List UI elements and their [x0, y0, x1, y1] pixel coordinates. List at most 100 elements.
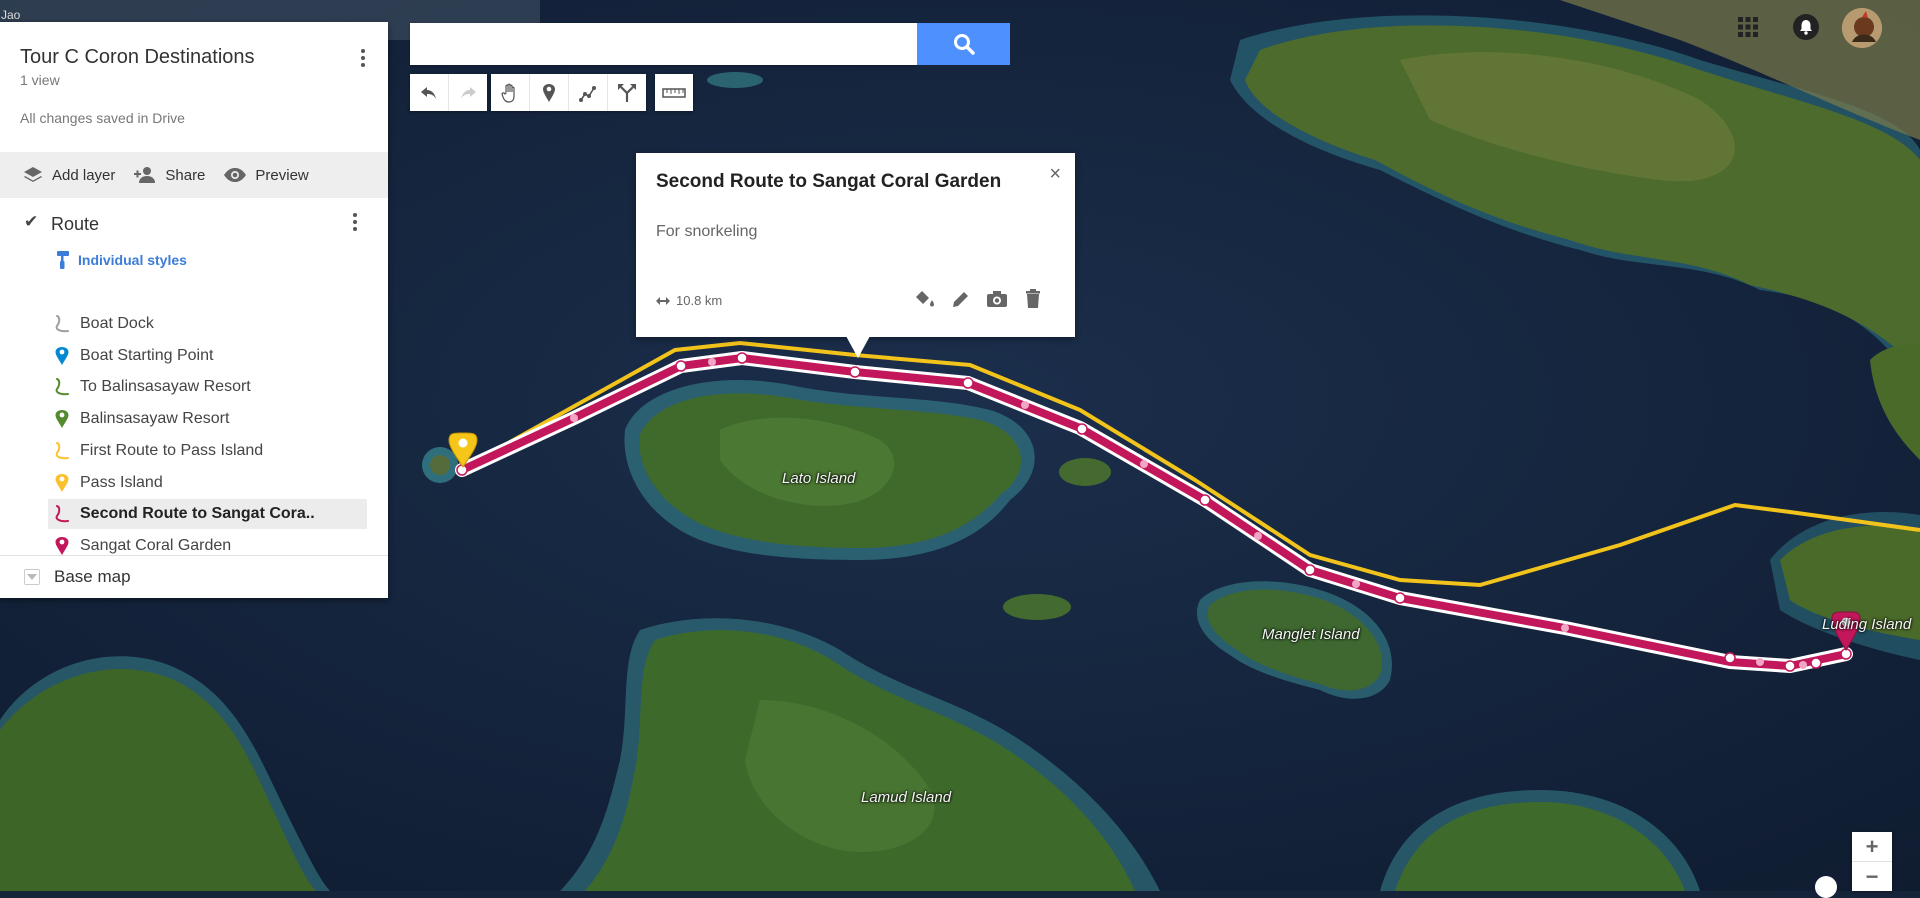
layer-item-0[interactable]: Boat Dock [48, 309, 367, 339]
layer-options-icon[interactable] [343, 208, 367, 236]
layer-item-5[interactable]: Pass Island [48, 468, 367, 498]
ruler-icon [662, 87, 686, 98]
add-layer-button[interactable]: Add layer [22, 166, 115, 184]
info-title: Second Route to Sangat Coral Garden [656, 171, 1002, 192]
chevron-down-icon[interactable] [24, 569, 40, 585]
search-icon [953, 34, 975, 55]
history-toolbar [410, 74, 487, 111]
layer-title[interactable]: Route [51, 214, 99, 235]
draw-line-button[interactable] [569, 74, 608, 111]
map-label-lamud-island: Lamud Island [861, 789, 952, 806]
layer-item-label: First Route to Pass Island [80, 441, 264, 459]
route-line-icon [55, 378, 69, 396]
style-button[interactable] [913, 287, 937, 311]
eye-icon [224, 168, 247, 182]
route-line-icon [55, 315, 69, 333]
delete-button[interactable] [1021, 287, 1045, 311]
apps-grid-icon[interactable] [1737, 16, 1759, 38]
zoom-in-button[interactable]: + [1852, 832, 1892, 862]
route-line-icon [55, 505, 69, 523]
route-line-icon [55, 441, 69, 459]
camera-icon [987, 291, 1007, 307]
search-input[interactable] [410, 23, 917, 65]
map-corner-text: Jao [1, 8, 21, 22]
directions-icon [618, 83, 636, 102]
redo-button[interactable] [449, 74, 487, 111]
layer-item-4[interactable]: First Route to Pass Island [48, 436, 367, 466]
zoom-out-button[interactable]: − [1852, 862, 1892, 891]
info-description: For snorkeling [656, 223, 758, 240]
map-sidebar-panel: Tour C Coron Destinations 1 view All cha… [0, 22, 388, 598]
map-pin-icon [55, 473, 69, 492]
marker-icon [543, 83, 555, 102]
info-window-pointer [846, 336, 870, 358]
search-button[interactable] [917, 23, 1010, 65]
layer-item-3[interactable]: Balinsasayaw Resort [48, 404, 367, 434]
base-map-row[interactable]: Base map [24, 567, 131, 587]
zoom-controls: + − [1852, 832, 1892, 891]
add-marker-button[interactable] [530, 74, 569, 111]
map-header: Tour C Coron Destinations 1 view All cha… [0, 22, 388, 152]
draw-toolbar [491, 74, 646, 111]
layer-item-label: Balinsasayaw Resort [80, 410, 230, 428]
trash-icon [1026, 289, 1040, 308]
panel-actions: Add layer Share Preview [0, 152, 388, 198]
distance-arrow-icon [656, 296, 670, 305]
edit-button[interactable] [949, 287, 973, 311]
person-add-icon [134, 167, 156, 183]
individual-styles-label: Individual styles [78, 252, 187, 268]
share-label: Share [165, 166, 206, 184]
paint-bucket-icon [916, 291, 934, 307]
pan-tool-button[interactable] [491, 74, 530, 111]
share-button[interactable]: Share [133, 166, 205, 184]
hand-icon [501, 83, 515, 103]
map-label-manglet-island: Manglet Island [1262, 626, 1360, 643]
layer-item-1[interactable]: Boat Starting Point [48, 341, 367, 371]
panel-divider [0, 555, 388, 556]
view-count: 1 view [20, 72, 60, 88]
map-label-lato-island: Lato Island [782, 470, 856, 487]
add-image-button[interactable] [985, 287, 1009, 311]
layer-item-label: Second Route to Sangat Cora.. [80, 505, 315, 523]
redo-icon [461, 86, 476, 99]
pencil-icon [953, 292, 968, 307]
account-avatar[interactable] [1842, 8, 1882, 48]
layer-item-label: Pass Island [80, 473, 163, 491]
layer-item-2[interactable]: To Balinsasayaw Resort [48, 372, 367, 402]
base-map-label: Base map [54, 567, 131, 586]
measure-toolbar [655, 74, 693, 111]
measure-button[interactable] [655, 74, 693, 111]
layer-route-header: ✔ Route [0, 198, 388, 244]
map-options-icon[interactable] [351, 44, 375, 72]
map-label-luding-island: Luding Island [1822, 616, 1912, 633]
map-pin-icon [55, 346, 69, 365]
save-status: All changes saved in Drive [20, 110, 185, 126]
close-icon[interactable]: × [1049, 163, 1061, 186]
individual-styles-link[interactable]: Individual styles [56, 250, 187, 270]
map-pin-icon [55, 410, 69, 429]
map-pin-icon [55, 536, 69, 555]
add-layer-label: Add layer [52, 166, 116, 184]
help-icon[interactable] [1815, 876, 1837, 898]
layer-item-label: Sangat Coral Garden [80, 536, 232, 554]
distance-value: 10.8 km [676, 293, 723, 308]
layer-visibility-checkbox[interactable]: ✔ [24, 212, 38, 232]
layer-item-7[interactable]: Sangat Coral Garden [48, 531, 367, 561]
undo-button[interactable] [410, 74, 449, 111]
layer-item-6[interactable]: Second Route to Sangat Cora.. [48, 499, 367, 530]
layers-icon [24, 167, 42, 182]
layer-item-label: To Balinsasayaw Resort [80, 378, 251, 396]
preview-button[interactable]: Preview [223, 166, 309, 184]
feature-info-window: Second Route to Sangat Coral Garden × Fo… [636, 153, 1075, 337]
info-tools [913, 287, 1045, 311]
layer-item-label: Boat Starting Point [80, 346, 214, 364]
map-title[interactable]: Tour C Coron Destinations [20, 46, 255, 69]
info-distance: 10.8 km [656, 293, 722, 308]
directions-button[interactable] [608, 74, 646, 111]
draw-line-icon [579, 85, 596, 102]
paint-roller-icon [57, 251, 69, 269]
preview-label: Preview [255, 166, 309, 184]
undo-icon [421, 86, 436, 99]
notifications-bell-icon[interactable] [1793, 14, 1819, 40]
layer-item-label: Boat Dock [80, 315, 154, 332]
